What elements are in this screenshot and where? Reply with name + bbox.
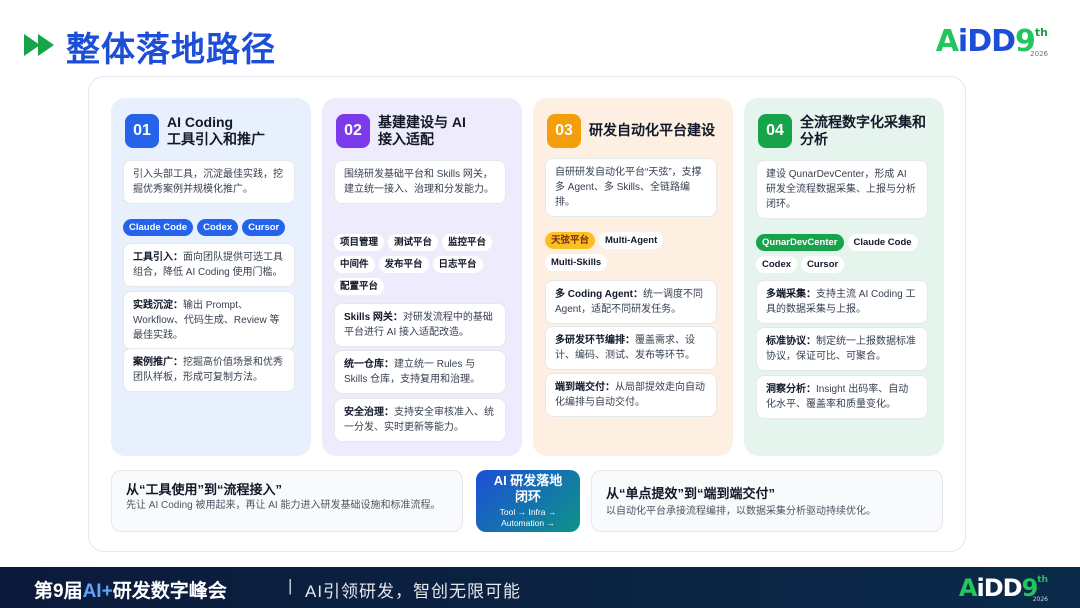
tag: Cursor bbox=[242, 219, 286, 236]
detail-item: 实践沉淀：输出 Prompt、Workflow、代码生成、Review 等最佳实… bbox=[123, 291, 295, 350]
detail-item: 案例推广：挖掘高价值场景和优秀团队样板，形成可复制方法。 bbox=[123, 348, 295, 392]
detail-item: 统一仓库：建立统一 Rules 与 Skills 仓库，支持复用和治理。 bbox=[334, 350, 506, 394]
summary-desc: 以自动化平台承接流程编排，以数据采集分析驱动持续优化。 bbox=[606, 506, 876, 517]
tag-list: 天弦平台 Multi-Agent Multi-Skills bbox=[545, 232, 725, 271]
phase-description: 自研研发自动化平台“天弦”，支撑多 Agent、多 Skills、全链路编排。 bbox=[545, 158, 717, 217]
detail-item: 安全治理：支持安全审核准入、统一分发、实时更新等能力。 bbox=[334, 398, 506, 442]
tag: Claude Code bbox=[847, 234, 918, 251]
summary-title: 从“工具使用”到“流程接入” bbox=[126, 482, 283, 497]
phase-description: 建设 QunarDevCenter，形成 AI 研发全流程数据采集、上报与分析闭… bbox=[756, 160, 928, 219]
closed-loop-title-line: 闭环 bbox=[514, 489, 541, 504]
detail-item: 端到端交付：从局部提效走向自动化编排与自动交付。 bbox=[545, 373, 717, 417]
phase-card-4: 04 全流程数字化采集和 分析 建设 QunarDevCenter，形成 AI … bbox=[744, 98, 944, 456]
tag: Multi-Skills bbox=[545, 254, 608, 271]
phase-title-line: 全流程数字化采集和 bbox=[800, 114, 926, 130]
detail-item: 多端采集：支持主流 AI Coding 工具的数据采集与上报。 bbox=[756, 280, 928, 324]
footer-slogan: AI引领研发，智创无限可能 bbox=[305, 582, 522, 601]
tag: 发布平台 bbox=[378, 256, 429, 273]
phase-number: 03 bbox=[547, 114, 581, 148]
tag-list: 项目管理 测试平台 监控平台 中间件 发布平台 日志平台 配置平台 bbox=[334, 234, 514, 295]
phase-card-3: 03 研发自动化平台建设 自研研发自动化平台“天弦”，支撑多 Agent、多 S… bbox=[533, 98, 733, 456]
summary-title: 从“单点提效”到“端到端交付” bbox=[606, 486, 776, 501]
tag: Codex bbox=[197, 219, 239, 236]
summary-right: 从“单点提效”到“端到端交付” 以自动化平台承接流程编排，以数据采集分析驱动持续… bbox=[591, 470, 943, 532]
detail-item: Skills 网关：对研发流程中的基础平台进行 AI 接入适配改造。 bbox=[334, 303, 506, 347]
phase-title-line: 接入适配 bbox=[378, 131, 434, 147]
detail-item: 多 Coding Agent：统一调度不同 Agent，适配不同研发任务。 bbox=[545, 280, 717, 324]
phase-title: 全流程数字化采集和 分析 bbox=[800, 114, 940, 148]
tag-list: Claude Code Codex Cursor bbox=[123, 219, 303, 236]
phase-description: 围绕研发基础平台和 Skills 网关，建立统一接入、治理和分发能力。 bbox=[334, 160, 506, 204]
phase-title: 研发自动化平台建设 bbox=[589, 122, 715, 138]
phase-number: 04 bbox=[758, 114, 792, 148]
detail-item: 多研发环节编排：覆盖需求、设计、编码、测试、发布等环节。 bbox=[545, 326, 717, 370]
tag: 中间件 bbox=[334, 256, 375, 273]
summary-desc: 先让 AI Coding 被用起来，再让 AI 能力进入研发基础设施和标准流程。 bbox=[126, 500, 441, 511]
tag: Cursor bbox=[801, 256, 845, 273]
phase-card-2: 02 基建建设与 AI 接入适配 围绕研发基础平台和 Skills 网关，建立统… bbox=[322, 98, 522, 456]
roadmap-panel: 01 AI Coding 工具引入和推广 引入头部工具，沉淀最佳实践，挖掘优秀案… bbox=[88, 76, 966, 552]
detail-item: 标准协议：制定统一上报数据标准协议，保证可比、可聚合。 bbox=[756, 327, 928, 371]
closed-loop-badge: AI 研发落地 闭环 Tool → Infra → Automation → bbox=[476, 470, 580, 532]
detail-item: 洞察分析：Insight 出码率、自动化水平、覆盖率和质量变化。 bbox=[756, 375, 928, 419]
footer-separator: | bbox=[288, 576, 293, 595]
phase-title-line: 基建建设与 AI bbox=[378, 114, 466, 130]
phase-title-line: 分析 bbox=[800, 131, 828, 147]
tag: 天弦平台 bbox=[545, 232, 596, 249]
summary-left: 从“工具使用”到“流程接入” 先让 AI Coding 被用起来，再让 AI 能… bbox=[111, 470, 463, 532]
phase-title: AI Coding 工具引入和推广 bbox=[167, 114, 307, 148]
tag: 配置平台 bbox=[334, 278, 385, 295]
phase-number: 02 bbox=[336, 114, 370, 148]
aidd-logo: AiDD9th 2026 bbox=[935, 24, 1048, 59]
phase-title: 基建建设与 AI 接入适配 bbox=[378, 114, 518, 148]
footer-aidd-logo: AiDD9th 2026 bbox=[958, 574, 1048, 603]
closed-loop-sub: Automation → bbox=[501, 518, 555, 528]
phase-number: 01 bbox=[125, 114, 159, 148]
closed-loop-title: AI 研发落地 闭环 bbox=[476, 473, 580, 505]
page-title: 整体落地路径 bbox=[66, 31, 276, 69]
detail-item: 工具引入：面向团队提供可选工具组合，降低 AI Coding 使用门槛。 bbox=[123, 243, 295, 287]
footer-bar: 第9届AI+研发数字峰会 | AI引领研发，智创无限可能 AiDD9th 202… bbox=[0, 567, 1080, 608]
tag-list: QunarDevCenter Claude Code Codex Cursor bbox=[756, 234, 936, 273]
tag: QunarDevCenter bbox=[756, 234, 844, 251]
phase-title-line: 工具引入和推广 bbox=[167, 131, 265, 147]
closed-loop-title-line: AI 研发落地 bbox=[493, 473, 563, 488]
tag: 测试平台 bbox=[388, 234, 439, 251]
tag: Codex bbox=[756, 256, 798, 273]
closed-loop-sub: Tool → Infra → bbox=[499, 507, 557, 517]
tag: 项目管理 bbox=[334, 234, 385, 251]
tag: 监控平台 bbox=[442, 234, 493, 251]
tag: Claude Code bbox=[123, 219, 194, 236]
phase-card-1: 01 AI Coding 工具引入和推广 引入头部工具，沉淀最佳实践，挖掘优秀案… bbox=[111, 98, 311, 456]
phase-title-line: AI Coding bbox=[167, 114, 234, 130]
phase-description: 引入头部工具，沉淀最佳实践，挖掘优秀案例并规模化推广。 bbox=[123, 160, 295, 204]
tag: Multi-Agent bbox=[599, 232, 664, 249]
footer-event-name: 第9届AI+研发数字峰会 bbox=[34, 581, 227, 602]
tag: 日志平台 bbox=[432, 256, 483, 273]
title-arrow-icon bbox=[24, 34, 54, 56]
